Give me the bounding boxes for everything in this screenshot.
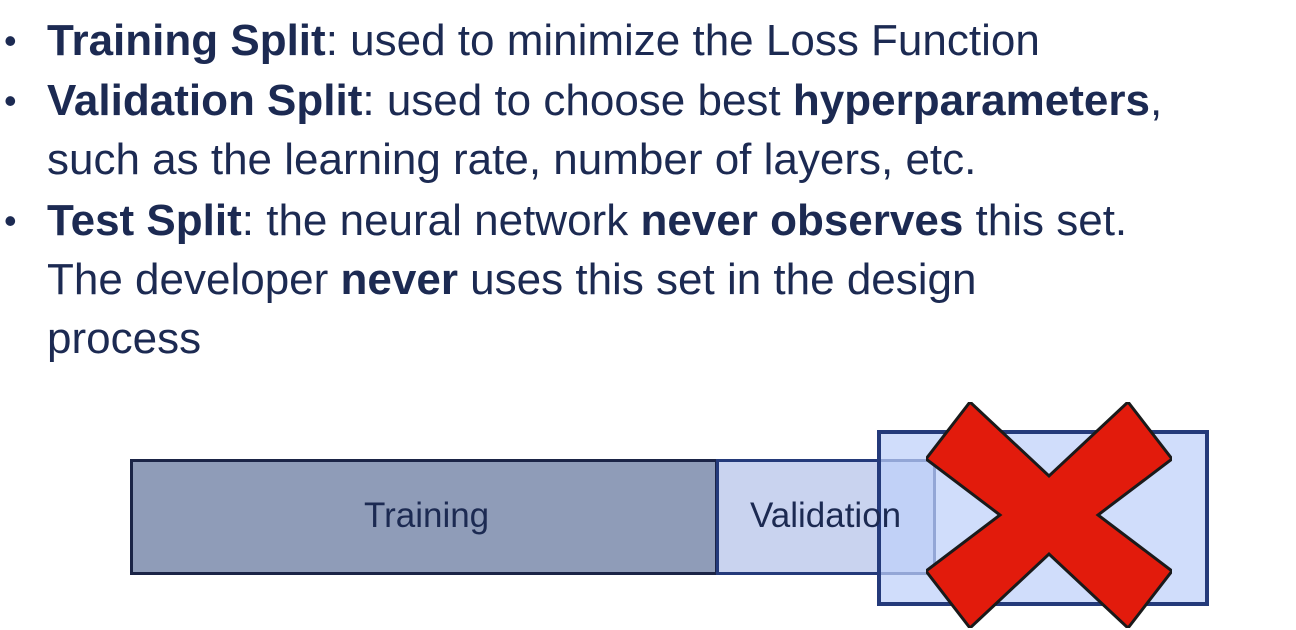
validation-label: Validation (750, 496, 902, 535)
bullet-text: this set. (963, 196, 1128, 245)
bullet-text: : used to minimize the Loss Function (325, 16, 1040, 65)
bullet-heading: Training Split (47, 16, 326, 65)
bullet-text: , (1149, 76, 1163, 125)
validation-split-box (716, 459, 936, 575)
bullet-training-split: • Training Split: used to minimize the L… (0, 11, 1227, 70)
test-split-box (877, 430, 1209, 606)
bullet-marker: • (4, 200, 17, 241)
bullet-text: uses this set in the design (457, 255, 977, 304)
bullet-validation-split: • Validation Split: used to choose best … (0, 71, 1227, 189)
red-x-icon (926, 402, 1172, 628)
cross-shape (926, 402, 1172, 628)
bullet-text: : used to choose best (362, 76, 793, 125)
bullet-test-split: • Test Split: the neural network never o… (0, 191, 1227, 368)
training-split-box (130, 459, 718, 575)
bullet-marker: • (4, 80, 17, 121)
bullet-emphasis: hyperparameters (792, 76, 1150, 125)
bullet-heading: Test Split (47, 196, 242, 245)
bullet-heading: Validation Split (47, 76, 363, 125)
training-label: Training (364, 496, 490, 535)
bullet-marker: • (4, 20, 17, 61)
bullet-emphasis: never observes (640, 196, 964, 245)
bullet-text: The developer (47, 255, 341, 304)
bullet-continuation: process (47, 314, 202, 363)
bullet-text: : the neural network (241, 196, 641, 245)
bullet-emphasis: never (340, 255, 458, 304)
bullet-continuation: such as the learning rate, number of lay… (47, 135, 977, 184)
bullet-continuation: The developer never uses this set in the… (47, 250, 1227, 309)
